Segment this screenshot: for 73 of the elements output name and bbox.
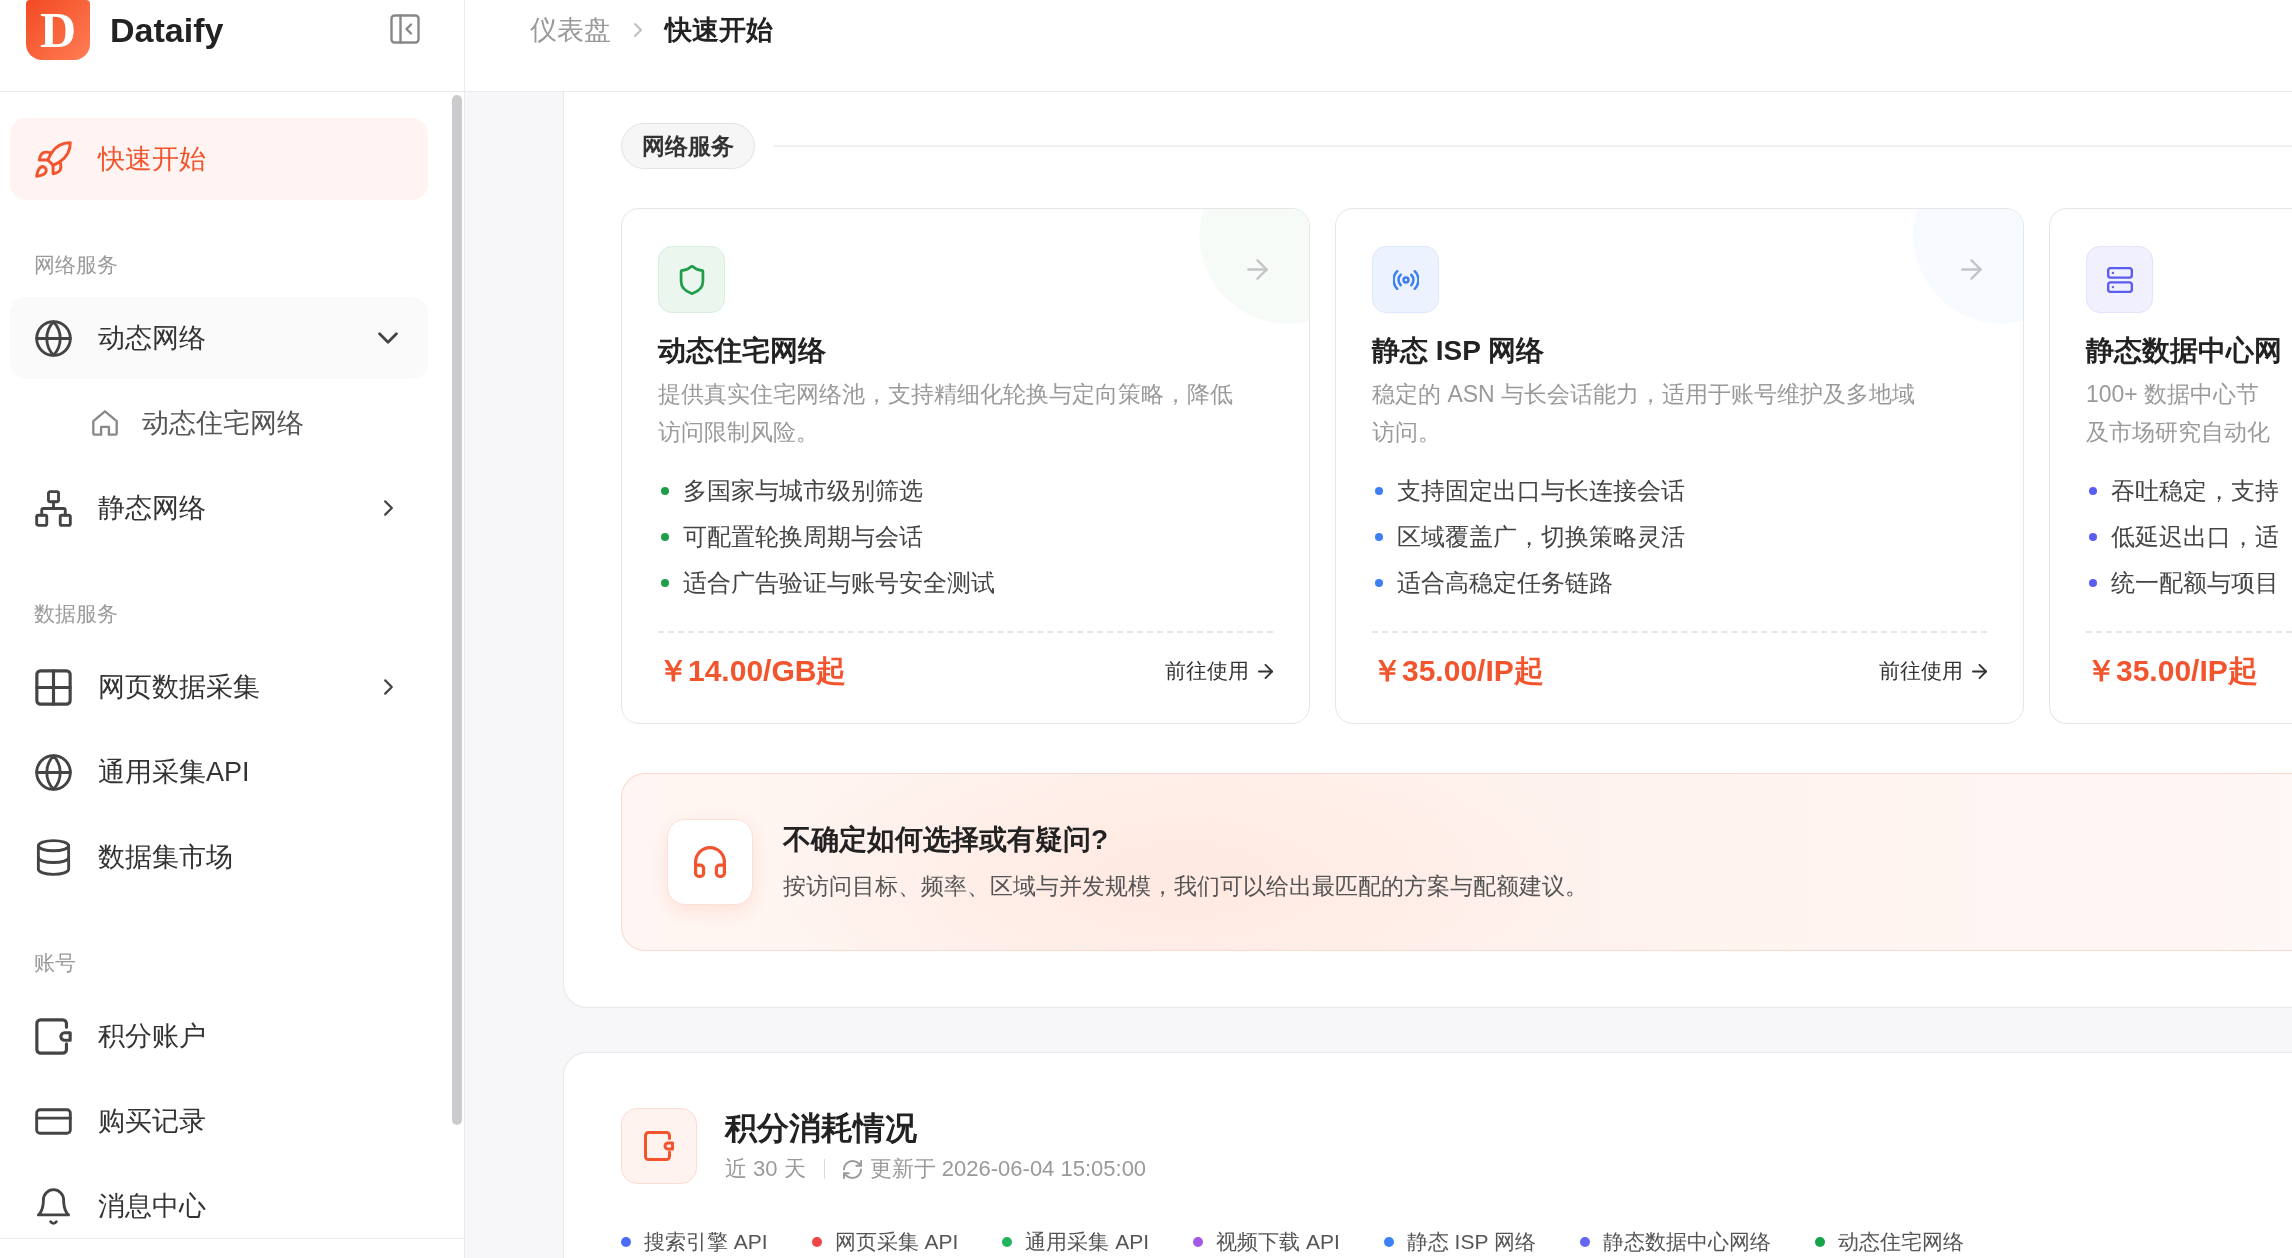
updated-text: 更新于 2026-06-04 15:05:00: [869, 1155, 1147, 1183]
card-description: 100+ 数据中心节 及市场研究自动化: [2086, 380, 2271, 447]
server-icon: [2086, 246, 2153, 313]
breadcrumb-item[interactable]: 快速开始: [665, 12, 773, 48]
radio-waves-icon: [1372, 246, 1439, 313]
legend-label: 动态住宅网络: [1837, 1229, 1964, 1255]
feature-text: 多国家与城市级别筛选: [683, 476, 923, 506]
price-text: ￥35.00/IP起: [2086, 653, 2258, 689]
period-text: 近 30 天: [725, 1155, 806, 1183]
card-title: 动态住宅网络: [658, 334, 827, 368]
nav-item[interactable]: 网页数据采集: [10, 646, 428, 728]
arrow-right-icon[interactable]: [1961, 259, 1982, 280]
card-title: 静态数据中心网: [2086, 334, 2283, 368]
wallet-icon: [35, 1017, 72, 1055]
arrow-right-icon: [1972, 663, 1987, 679]
legend-label: 搜索引擎 API: [644, 1229, 768, 1255]
shield-icon: [658, 246, 725, 313]
card-description: 提供真实住宅网络池，支持精细化轮换与定向策略，降低 访问限制风险。: [658, 380, 1234, 447]
logo-mark: D: [26, 0, 90, 60]
section-label: 网络服务: [34, 252, 119, 278]
service-card[interactable]: 静态 ISP 网络 稳定的 ASN 与长会话能力，适用于账号维护及多地域 访问。 支持固定出口与长连接会话 区域覆盖广，切换策略灵活 适合高稳定任务链路 ￥35.00/IP起 前往使用: [1335, 208, 2024, 724]
feature-text: 吞吐稳定，支持: [2111, 476, 2279, 506]
feature-text: 支持固定出口与长连接会话: [1397, 476, 1685, 506]
chevron-right-icon: [633, 21, 643, 39]
card-title: 静态 ISP 网络: [1372, 334, 1546, 368]
feature-text: 低延迟出口，适: [2111, 522, 2279, 552]
feature-text: 适合广告验证与账号安全测试: [683, 568, 995, 598]
legend-label: 静态 ISP 网络: [1406, 1229, 1536, 1255]
usage-title: 积分消耗情况: [725, 1109, 918, 1148]
nav-item[interactable]: 动态网络: [10, 297, 428, 379]
nav-item[interactable]: 通用采集API: [10, 731, 428, 813]
service-card[interactable]: 动态住宅网络 提供真实住宅网络池，支持精细化轮换与定向策略，降低 访问限制风险。 多国家与城市级别筛选 可配置轮换周期与会话 适合广告验证与账号安全测试 ￥14.00/GB起 前往使用: [621, 208, 1310, 724]
headset-icon: [667, 819, 753, 905]
legend-label: 静态数据中心网络: [1602, 1229, 1771, 1255]
legend-label: 视频下载 API: [1216, 1229, 1340, 1255]
grid-icon: [35, 668, 72, 706]
globe-icon: [35, 319, 72, 357]
price-text: ￥14.00/GB起: [658, 653, 847, 689]
banner-text: 按访问目标、频率、区域与并发规模，我们可以给出最匹配的方案与配额建议。: [783, 872, 1588, 901]
refresh-icon[interactable]: [842, 1159, 862, 1179]
feature-text: 可配置轮换周期与会话: [683, 522, 923, 552]
database-icon: [35, 838, 72, 876]
banner-title: 不确定如何选择或有疑问?: [783, 823, 1110, 857]
price-text: ￥35.00/IP起: [1372, 653, 1544, 689]
brand-name: Dataify: [110, 10, 224, 51]
card-description: 稳定的 ASN 与长会话能力，适用于账号维护及多地域 访问。: [1372, 380, 1917, 447]
globe-icon: [35, 753, 72, 791]
arrow-right-icon[interactable]: [1247, 259, 1268, 280]
rocket-icon: [35, 140, 72, 178]
nav-item[interactable]: 消息中心: [10, 1165, 428, 1238]
arrow-right-icon: [1258, 663, 1273, 679]
bell-icon: [35, 1187, 72, 1225]
nav-subitem[interactable]: 动态住宅网络: [10, 382, 428, 464]
legend-label: 网页采集 API: [834, 1229, 959, 1255]
section-label: 数据服务: [34, 601, 119, 627]
scrollbar-thumb[interactable]: [452, 95, 462, 1125]
feature-text: 统一配额与项目: [2111, 568, 2279, 598]
nav-item[interactable]: 静态网络: [10, 467, 428, 549]
nav-item[interactable]: 数据集市场: [10, 816, 428, 898]
section-heading: 网络服务: [621, 123, 755, 169]
go-link[interactable]: 前往使用: [1165, 656, 1273, 686]
home-icon: [92, 410, 118, 436]
nav-item[interactable]: 购买记录: [10, 1080, 428, 1162]
go-link[interactable]: 前往使用: [1879, 656, 1987, 686]
feature-text: 适合高稳定任务链路: [1397, 568, 1613, 598]
wallet-icon: [621, 1108, 697, 1184]
legend-label: 通用采集 API: [1025, 1229, 1150, 1255]
sidebar-collapse-icon[interactable]: [390, 14, 420, 44]
nav-item[interactable]: 积分账户: [10, 995, 428, 1077]
feature-text: 区域覆盖广，切换策略灵活: [1397, 522, 1685, 552]
service-card[interactable]: 静态数据中心网 100+ 数据中心节 及市场研究自动化 吞吐稳定，支持 低延迟出口，适 统一配额与项目 ￥35.00/IP起: [2049, 208, 2292, 724]
section-label: 账号: [34, 950, 77, 976]
sitemap-icon: [35, 489, 72, 527]
